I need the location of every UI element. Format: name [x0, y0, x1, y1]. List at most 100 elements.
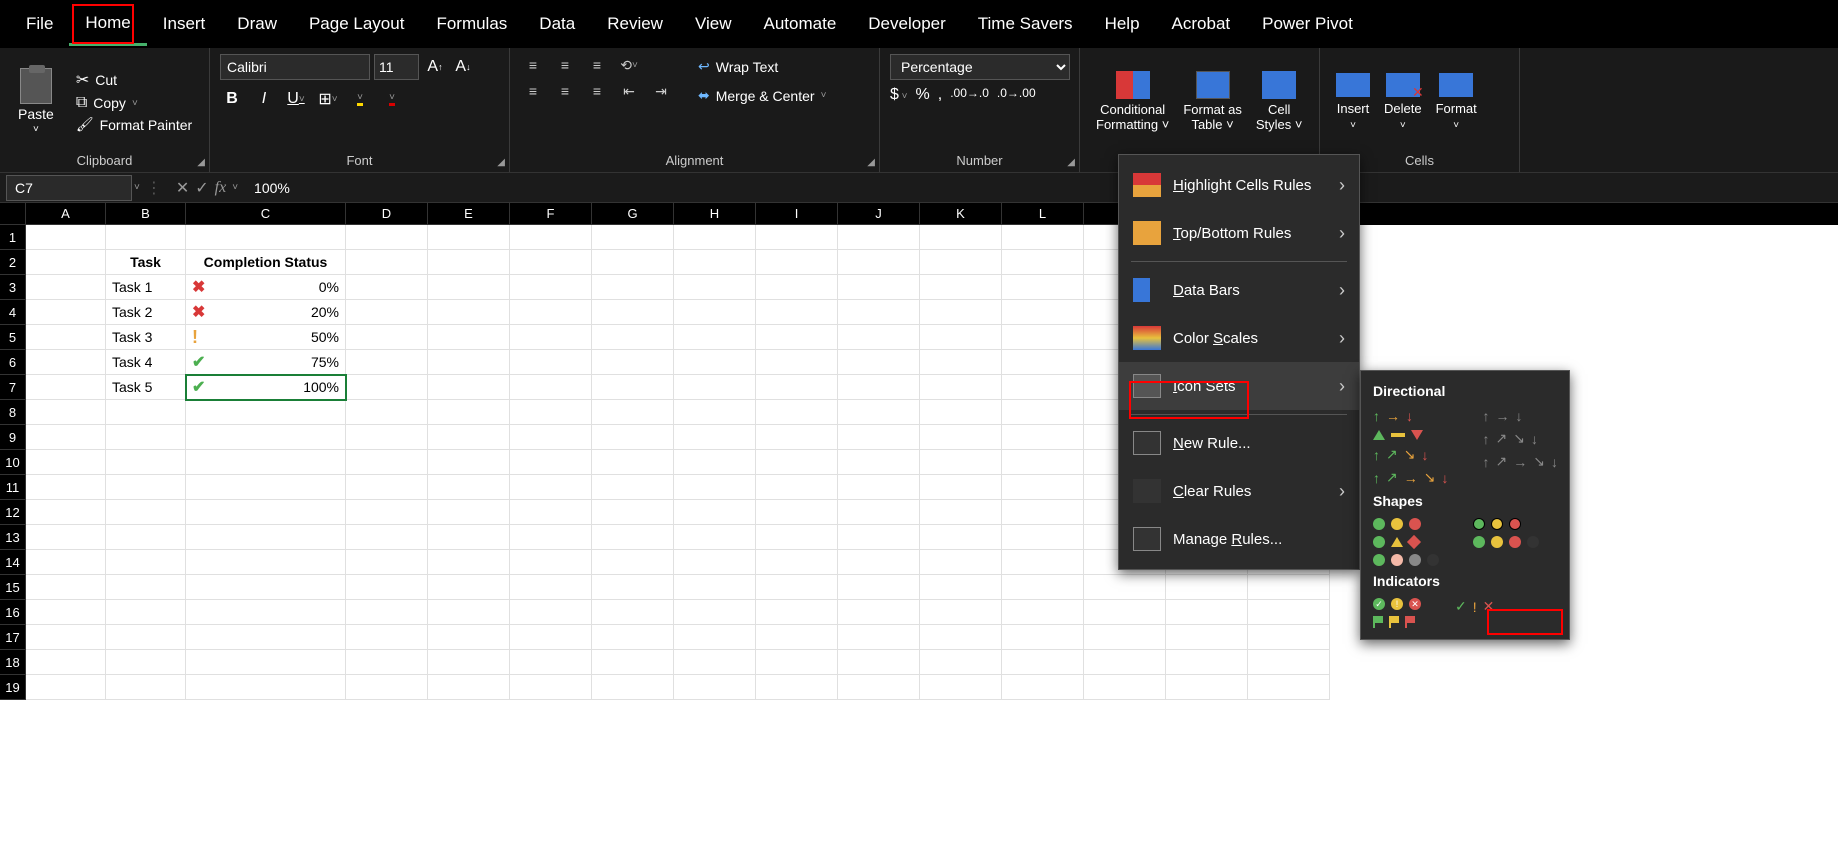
cell-Q15[interactable] [1166, 575, 1248, 600]
row-header-5[interactable]: 5 [0, 325, 26, 350]
cell-C8[interactable] [186, 400, 346, 425]
iconset-4arrows-colored[interactable]: ↑↗↘↓ [1371, 443, 1450, 466]
row-header-7[interactable]: 7 [0, 375, 26, 400]
cell-B3[interactable]: Task 1 [106, 275, 186, 300]
cell-H7[interactable] [674, 375, 756, 400]
cell-J1[interactable] [838, 225, 920, 250]
cell-K16[interactable] [920, 600, 1002, 625]
select-all-button[interactable] [0, 203, 26, 225]
font-launcher-icon[interactable]: ◢ [497, 157, 505, 168]
cell-D1[interactable] [346, 225, 428, 250]
enter-formula-button[interactable]: ✓ [195, 178, 208, 198]
tab-acrobat[interactable]: Acrobat [1156, 4, 1247, 44]
cell-G14[interactable] [592, 550, 674, 575]
cell-I10[interactable] [756, 450, 838, 475]
paste-button[interactable]: Paste ˅ [10, 64, 62, 139]
cell-A14[interactable] [26, 550, 106, 575]
cell-L17[interactable] [1002, 625, 1084, 650]
cf-data-bars[interactable]: Data Bars [1119, 266, 1359, 314]
row-header-6[interactable]: 6 [0, 350, 26, 375]
tab-home[interactable]: Home [69, 3, 146, 46]
cell-C6[interactable]: ✔75% [186, 350, 346, 375]
cell-P19[interactable] [1084, 675, 1166, 700]
cell-K15[interactable] [920, 575, 1002, 600]
cell-B4[interactable]: Task 2 [106, 300, 186, 325]
align-top-button[interactable]: ≡ [520, 54, 546, 76]
tab-review[interactable]: Review [591, 4, 679, 44]
cell-G4[interactable] [592, 300, 674, 325]
cell-E18[interactable] [428, 650, 510, 675]
cell-F12[interactable] [510, 500, 592, 525]
cell-Q19[interactable] [1166, 675, 1248, 700]
cell-D6[interactable] [346, 350, 428, 375]
cell-J13[interactable] [838, 525, 920, 550]
cell-E2[interactable] [428, 250, 510, 275]
cell-I11[interactable] [756, 475, 838, 500]
cell-F8[interactable] [510, 400, 592, 425]
cell-I18[interactable] [756, 650, 838, 675]
cell-L2[interactable] [1002, 250, 1084, 275]
row-header-10[interactable]: 10 [0, 450, 26, 475]
tab-view[interactable]: View [679, 4, 748, 44]
underline-button[interactable]: U [284, 86, 308, 112]
formula-input[interactable] [246, 175, 1838, 201]
number-launcher-icon[interactable]: ◢ [1067, 157, 1075, 168]
cell-A6[interactable] [26, 350, 106, 375]
cell-I2[interactable] [756, 250, 838, 275]
merge-center-button[interactable]: Merge & Center [690, 83, 834, 108]
cell-C12[interactable] [186, 500, 346, 525]
cell-I1[interactable] [756, 225, 838, 250]
row-header-3[interactable]: 3 [0, 275, 26, 300]
iconset-5arrows-gray[interactable]: ↑↗→↘↓ [1480, 450, 1559, 473]
cell-D19[interactable] [346, 675, 428, 700]
cell-J12[interactable] [838, 500, 920, 525]
row-header-12[interactable]: 12 [0, 500, 26, 525]
cell-B6[interactable]: Task 4 [106, 350, 186, 375]
col-header-E[interactable]: E [428, 203, 510, 225]
tab-automate[interactable]: Automate [748, 4, 853, 44]
col-header-C[interactable]: C [186, 203, 346, 225]
cell-G15[interactable] [592, 575, 674, 600]
cell-J14[interactable] [838, 550, 920, 575]
cell-I6[interactable] [756, 350, 838, 375]
cell-D11[interactable] [346, 475, 428, 500]
cell-I7[interactable] [756, 375, 838, 400]
cell-C14[interactable] [186, 550, 346, 575]
cell-A4[interactable] [26, 300, 106, 325]
cell-E3[interactable] [428, 275, 510, 300]
cell-C13[interactable] [186, 525, 346, 550]
cell-J19[interactable] [838, 675, 920, 700]
col-header-K[interactable]: K [920, 203, 1002, 225]
cell-B2[interactable]: Task [106, 250, 186, 275]
cell-H2[interactable] [674, 250, 756, 275]
orientation-button[interactable]: ⟲ [616, 54, 642, 76]
cell-E5[interactable] [428, 325, 510, 350]
cell-J7[interactable] [838, 375, 920, 400]
cell-R19[interactable] [1248, 675, 1330, 700]
cell-R17[interactable] [1248, 625, 1330, 650]
cell-H19[interactable] [674, 675, 756, 700]
fx-icon[interactable]: fx [215, 179, 227, 197]
cell-J18[interactable] [838, 650, 920, 675]
cell-R16[interactable] [1248, 600, 1330, 625]
align-bottom-button[interactable]: ≡ [584, 54, 610, 76]
tab-time-savers[interactable]: Time Savers [962, 4, 1089, 44]
align-middle-button[interactable]: ≡ [552, 54, 578, 76]
cell-J9[interactable] [838, 425, 920, 450]
cell-G8[interactable] [592, 400, 674, 425]
accounting-format-button[interactable]: $ [890, 86, 908, 104]
cell-I3[interactable] [756, 275, 838, 300]
cell-H4[interactable] [674, 300, 756, 325]
cell-G6[interactable] [592, 350, 674, 375]
cell-A17[interactable] [26, 625, 106, 650]
cell-K4[interactable] [920, 300, 1002, 325]
cell-G17[interactable] [592, 625, 674, 650]
cell-E1[interactable] [428, 225, 510, 250]
cell-C4[interactable]: ✖20% [186, 300, 346, 325]
cell-J8[interactable] [838, 400, 920, 425]
cell-L6[interactable] [1002, 350, 1084, 375]
iconset-3triangles[interactable] [1371, 427, 1450, 443]
cell-G18[interactable] [592, 650, 674, 675]
cell-C10[interactable] [186, 450, 346, 475]
cell-L13[interactable] [1002, 525, 1084, 550]
